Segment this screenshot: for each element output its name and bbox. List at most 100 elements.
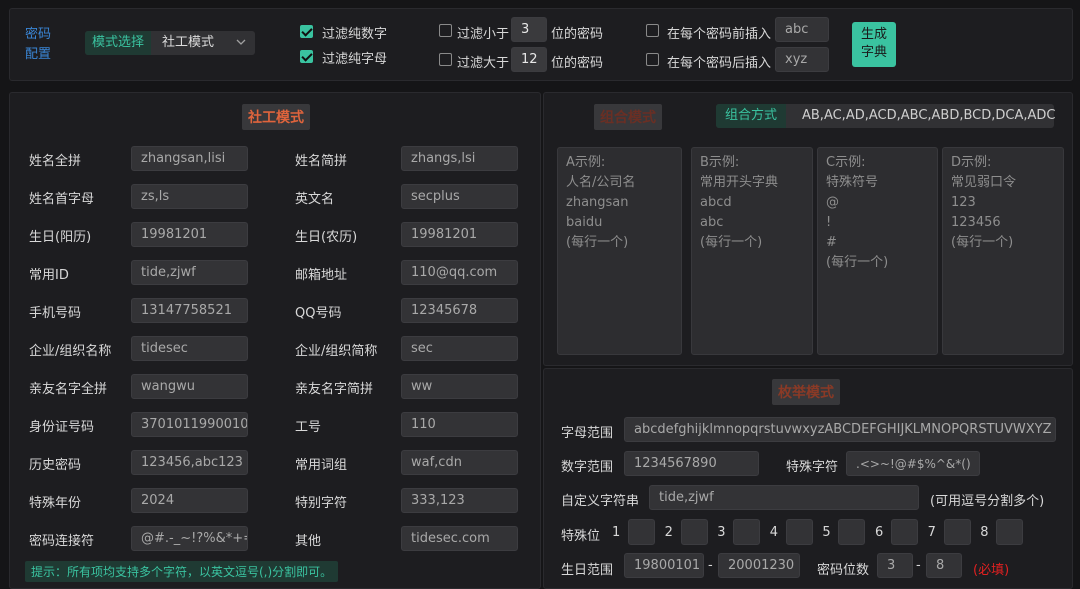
special-bit-number-1: 1	[612, 525, 621, 540]
mode-select-label: 模式选择	[85, 31, 151, 55]
digits-range-label: 数字范围	[561, 460, 614, 475]
field-input-left-7[interactable]: 370101199001011	[131, 412, 248, 437]
combo-method-value: AB,AC,AD,ACD,ABC,ABD,BCD,DCA,ADC	[802, 108, 1056, 123]
field-label-left-0: 姓名全拼	[29, 154, 82, 169]
combo-mode-title: 组合模式	[594, 104, 662, 130]
special-bit-input-5[interactable]	[838, 519, 866, 545]
password-length-label: 密码位数	[817, 563, 870, 578]
field-input-right-3[interactable]: 110@qq.com	[401, 260, 518, 285]
special-bit-number-7: 7	[927, 525, 936, 540]
field-input-left-10[interactable]: @#.-_~!?%&*+=	[131, 526, 248, 551]
special-bit-number-5: 5	[822, 525, 831, 540]
field-label-right-4: QQ号码	[295, 306, 342, 321]
filter-less-label: 过滤小于	[457, 27, 510, 42]
filter-less-input[interactable]: 3	[511, 17, 547, 42]
field-input-left-8[interactable]: 123456,abc123	[131, 450, 248, 475]
combo-method-select[interactable]: 组合方式 AB,AC,AD,ACD,ABC,ABD,BCD,DCA,ADC	[716, 104, 1056, 128]
field-input-right-2[interactable]: 19981201	[401, 222, 518, 247]
birthday-range-label: 生日范围	[561, 563, 614, 578]
field-label-left-3: 常用ID	[29, 268, 69, 283]
generate-dictionary-button[interactable]: 生成 字典	[852, 22, 896, 67]
insert-after-label: 在每个密码后插入	[667, 56, 772, 71]
field-label-right-8: 常用词组	[295, 458, 348, 473]
custom-string-label: 自定义字符串	[561, 494, 640, 509]
field-input-left-4[interactable]: 13147758521	[131, 298, 248, 323]
special-bit-number-2: 2	[664, 525, 673, 540]
special-bit-number-6: 6	[875, 525, 884, 540]
password-length-max-input[interactable]: 8	[926, 553, 962, 578]
special-bit-input-4[interactable]	[785, 519, 813, 545]
filter-more-label: 过滤大于	[457, 56, 510, 71]
field-label-left-2: 生日(阳历)	[29, 230, 92, 245]
special-bit-input-6[interactable]	[891, 519, 918, 545]
field-label-right-1: 英文名	[295, 192, 335, 207]
field-label-right-5: 企业/组织简称	[295, 344, 378, 359]
special-bits-label: 特殊位	[561, 529, 601, 544]
field-label-right-2: 生日(农历)	[295, 230, 358, 245]
filter-digits-checkbox[interactable]	[300, 25, 313, 38]
social-tip: 提示：所有项均支持多个字符，以英文逗号(,)分割即可。	[25, 561, 339, 582]
special-bit-number-8: 8	[980, 525, 989, 540]
field-label-left-1: 姓名首字母	[29, 192, 95, 207]
generate-button-line2: 字典	[860, 45, 887, 60]
special-bit-number-3: 3	[717, 525, 726, 540]
birthday-to-input[interactable]: 20001230	[718, 553, 800, 578]
filter-less-checkbox[interactable]	[439, 24, 452, 37]
special-chars-input[interactable]: .<>~!@#$%^&*()	[846, 451, 980, 476]
config-label-2: 配置	[25, 47, 52, 62]
special-bit-input-8[interactable]	[996, 519, 1024, 545]
field-input-left-9[interactable]: 2024	[131, 488, 248, 513]
custom-string-input[interactable]: tide,zjwf	[649, 485, 919, 510]
combo-b-textarea[interactable]: B示例: 常用开头字典 abcd abc (每行一个)	[691, 147, 813, 355]
field-input-right-4[interactable]: 12345678	[401, 298, 518, 323]
combo-a-textarea[interactable]: A示例: 人名/公司名 zhangsan baidu (每行一个)	[557, 147, 682, 355]
special-bit-input-3[interactable]	[733, 519, 761, 545]
field-label-right-6: 亲友名字简拼	[295, 382, 374, 397]
field-input-left-2[interactable]: 19981201	[131, 222, 248, 247]
insert-before-checkbox[interactable]	[646, 24, 659, 37]
filter-letters-label: 过滤纯字母	[322, 52, 388, 67]
field-label-left-8: 历史密码	[29, 458, 82, 473]
config-label-1: 密码	[25, 27, 52, 42]
field-label-right-0: 姓名简拼	[295, 154, 348, 169]
insert-after-checkbox[interactable]	[646, 53, 659, 66]
field-input-right-0[interactable]: zhangs,lsi	[401, 146, 518, 171]
digits-range-input[interactable]: 1234567890	[624, 451, 759, 476]
field-input-right-9[interactable]: 333,123	[401, 488, 518, 513]
field-input-left-1[interactable]: zs,ls	[131, 184, 248, 209]
combo-d-textarea[interactable]: D示例: 常见弱口令 123 123456 (每行一个)	[942, 147, 1064, 355]
special-bit-input-7[interactable]	[943, 519, 971, 545]
custom-string-hint: (可用逗号分割多个)	[930, 494, 1045, 509]
combo-method-label: 组合方式	[716, 104, 786, 128]
field-input-right-1[interactable]: secplus	[401, 184, 518, 209]
letters-range-input[interactable]: abcdefghijklmnopqrstuvwxyzABCDEFGHIJKLMN…	[624, 417, 1056, 442]
filter-more-checkbox[interactable]	[439, 53, 452, 66]
field-input-right-10[interactable]: tidesec.com	[401, 526, 518, 551]
required-note: (必填)	[973, 563, 1010, 578]
password-length-dash: -	[916, 558, 921, 573]
special-bit-input-1[interactable]	[628, 519, 655, 545]
filter-more-suffix: 位的密码	[551, 56, 604, 71]
field-input-left-6[interactable]: wangwu	[131, 374, 248, 399]
mode-select[interactable]: 模式选择 社工模式	[85, 31, 255, 55]
field-input-right-7[interactable]: 110	[401, 412, 518, 437]
field-input-left-0[interactable]: zhangsan,lisi	[131, 146, 248, 171]
birthday-from-input[interactable]: 19800101	[624, 553, 704, 578]
letters-range-label: 字母范围	[561, 426, 614, 441]
social-mode-title: 社工模式	[242, 104, 310, 130]
special-bit-input-2[interactable]	[680, 519, 708, 545]
combo-c-textarea[interactable]: C示例: 特殊符号 @ ! # (每行一个)	[817, 147, 938, 355]
field-label-right-3: 邮箱地址	[295, 268, 348, 283]
insert-before-label: 在每个密码前插入	[667, 27, 772, 42]
filter-letters-checkbox[interactable]	[300, 50, 313, 63]
field-input-left-3[interactable]: tide,zjwf	[131, 260, 248, 285]
insert-after-input[interactable]: xyz	[775, 47, 829, 72]
password-length-min-input[interactable]: 3	[877, 553, 913, 578]
field-input-right-8[interactable]: waf,cdn	[401, 450, 518, 475]
insert-before-input[interactable]: abc	[775, 17, 829, 42]
field-input-right-5[interactable]: sec	[401, 336, 518, 361]
filter-more-input[interactable]: 12	[511, 47, 547, 72]
special-bit-number-4: 4	[769, 525, 779, 540]
field-input-right-6[interactable]: ww	[401, 374, 518, 399]
field-input-left-5[interactable]: tidesec	[131, 336, 248, 361]
